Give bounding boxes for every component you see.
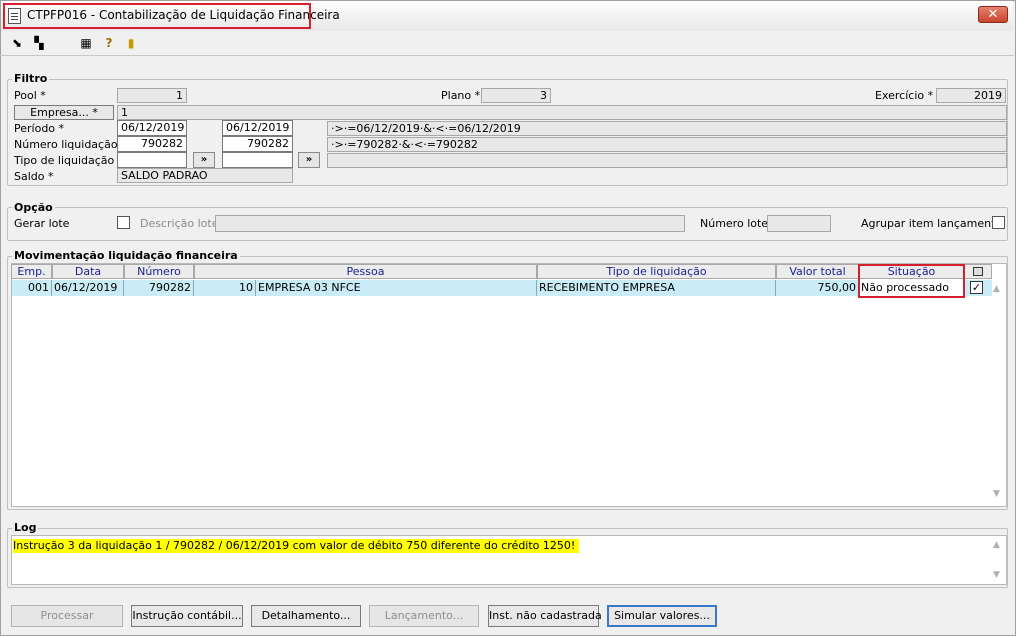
gerar-lote-checkbox[interactable] [117,216,130,229]
instrucao-contabil-button[interactable]: Instrução contábil... [131,605,243,627]
exit-door-icon[interactable]: ▮ [122,34,140,52]
row-checkbox[interactable]: ✓ [970,281,983,294]
empresa-button[interactable]: Empresa... * [14,105,114,120]
title-highlight-box [3,3,311,29]
row-data: 06/12/2019 [52,280,124,296]
inst-nao-cadastrada-button[interactable]: Inst. não cadastrada [488,605,602,627]
opcao-label: Opção [12,201,55,214]
col-select-all[interactable] [964,264,992,279]
log-scroll-down-icon[interactable]: ▼ [993,570,1000,580]
numero-expression: ·>·=790282·&·<·=790282 [327,137,1007,152]
pool-label: Pool * [14,89,46,102]
periodo-label: Período * [14,122,65,135]
plano-field: 3 [481,88,551,103]
log-label: Log [12,521,39,534]
grid-icon[interactable]: ▦ [77,34,95,52]
saldo-field: SALDO PADRAO [117,168,293,183]
numero-to-input[interactable]: 790282 [222,136,293,152]
filtro-label: Filtro [12,72,50,85]
row-pessoa-codigo: 10 [194,280,256,296]
numero-liquidacao-label: Número liquidação [14,138,118,151]
empresa-field: 1 [117,105,1007,120]
tipo-from-lookup-button[interactable]: » [193,152,215,168]
agrupar-label: Agrupar item lançamento [861,217,1003,230]
row-pessoa: EMPRESA 03 NFCE [256,280,537,296]
movimentacao-grid [11,263,1007,507]
windows-icon[interactable]: ▚ [30,34,48,52]
col-emp[interactable]: Emp. [11,264,52,279]
periodo-from-input[interactable]: 06/12/2019 [117,120,187,136]
col-pessoa[interactable]: Pessoa [194,264,537,279]
lancamento-button[interactable]: Lançamento... [369,605,479,627]
plano-label: Plano * [441,89,481,102]
tipo-to-lookup-button[interactable]: » [298,152,320,168]
col-numero[interactable]: Número [124,264,194,279]
numero-lote-label: Número lote [700,217,769,230]
pool-field: 1 [117,88,187,103]
toolbar-divider [0,55,1014,56]
log-message: Instrução 3 da liquidação 1 / 790282 / 0… [13,539,580,553]
processar-button[interactable]: Processar [11,605,123,627]
row-valor-total: 750,00 [776,280,859,296]
help-icon[interactable]: ? [100,34,118,52]
periodo-expression: ·>·=06/12/2019·&·<·=06/12/2019 [327,121,1007,136]
select-all-checkbox-icon [973,267,983,276]
tipo-expression [327,153,1007,168]
periodo-to-input[interactable]: 06/12/2019 [222,120,293,136]
log-scroll-up-icon[interactable]: ▲ [993,540,1000,550]
col-valor-total[interactable]: Valor total [776,264,859,279]
exercicio-label: Exercício * [875,89,934,102]
simular-valores-button[interactable]: Simular valores... [607,605,717,627]
saldo-label: Saldo * [14,170,54,183]
col-tipo-liquidacao[interactable]: Tipo de liquidação [537,264,776,279]
descricao-lote-label: Descrição lote [140,217,219,230]
situacao-highlight-box [858,264,965,298]
movimentacao-label: Movimentação liquidação financeira [12,249,240,262]
detalhamento-button[interactable]: Detalhamento... [251,605,361,627]
grid-scroll-up-icon[interactable]: ▲ [993,284,1000,294]
row-numero: 790282 [124,280,194,296]
gerar-lote-label: Gerar lote [14,217,70,230]
close-button[interactable]: ✕ [978,6,1008,23]
numero-from-input[interactable]: 790282 [117,136,187,152]
row-emp: 001 [12,280,52,296]
row-tipo-liquidacao: RECEBIMENTO EMPRESA [537,280,776,296]
agrupar-checkbox[interactable] [992,216,1005,229]
tipo-from-input[interactable] [117,152,187,168]
exercicio-field: 2019 [936,88,1006,103]
col-data[interactable]: Data [52,264,124,279]
numero-lote-field [767,215,831,232]
grid-scroll-down-icon[interactable]: ▼ [993,489,1000,499]
descricao-lote-field [215,215,685,232]
tipo-to-input[interactable] [222,152,293,168]
tipo-liquidacao-label: Tipo de liquidação [14,154,115,167]
arrow-icon[interactable]: ⬊ [8,34,26,52]
